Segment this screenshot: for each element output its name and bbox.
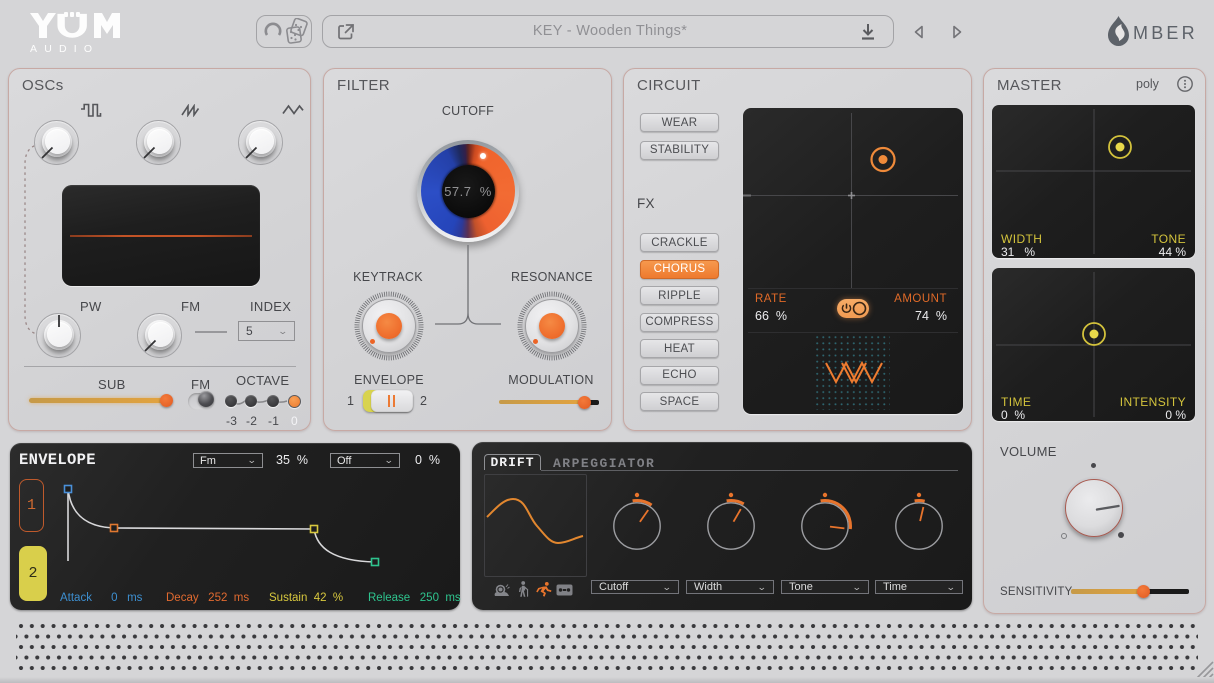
- svg-text:AUDIO: AUDIO: [30, 43, 99, 54]
